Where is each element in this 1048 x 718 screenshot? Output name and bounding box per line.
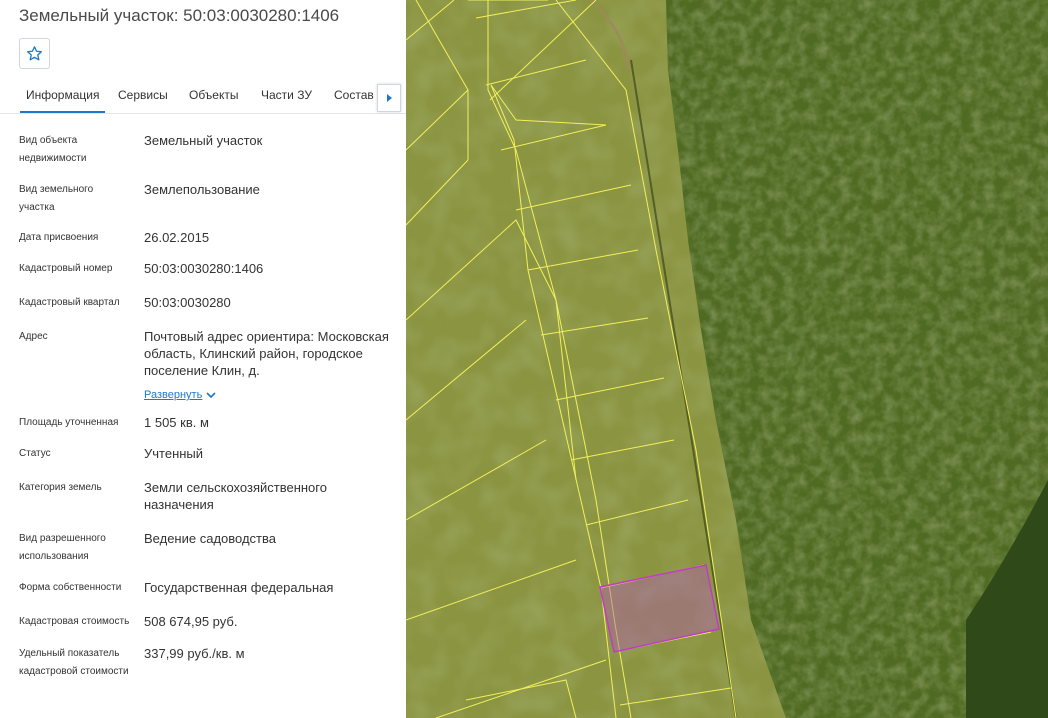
field-label: Дата присвоения xyxy=(19,232,99,243)
field-value: Земли сельскохозяйственного назначения xyxy=(144,480,327,512)
expand-address-link[interactable]: Развернуть xyxy=(144,389,216,401)
field-label: Кадастровый номер xyxy=(19,263,113,274)
field-value: Ведение садоводства xyxy=(144,531,276,546)
field-label: Категория земель xyxy=(19,482,102,493)
info-panel: Земельный участок: 50:03:0030280:1406 Ин… xyxy=(0,0,406,718)
tab-info[interactable]: Информация xyxy=(19,88,107,113)
field-value: Землепользование xyxy=(144,182,260,197)
tabs-next-button[interactable] xyxy=(377,84,401,112)
field-label: Площадь уточненная xyxy=(19,417,119,428)
field-value: 337,99 руб./кв. м xyxy=(144,646,245,661)
field-value: 26.02.2015 xyxy=(144,230,210,245)
tab-composition[interactable]: Состав ЕЗП xyxy=(334,88,378,102)
field-label: Адрес xyxy=(19,331,48,342)
tab-bar: Информация Сервисы Объекты Части ЗУ Сост… xyxy=(0,82,406,114)
field-value: 50:03:0030280 xyxy=(144,295,231,310)
tab-services[interactable]: Сервисы xyxy=(118,88,168,102)
tab-parts[interactable]: Части ЗУ xyxy=(261,88,312,102)
field-label: Кадастровая стоимость xyxy=(19,616,130,627)
field-label: Форма собственности xyxy=(19,582,122,593)
field-label: Вид разрешенного использования xyxy=(19,533,106,562)
field-value: Учтенный xyxy=(144,446,204,461)
favorite-button[interactable] xyxy=(19,38,50,69)
field-label: Вид земельного участка xyxy=(19,184,94,213)
field-value: 508 674,95 руб. xyxy=(144,614,238,629)
chevron-down-icon xyxy=(206,391,216,398)
field-label: Статус xyxy=(19,448,51,459)
map-view[interactable] xyxy=(406,0,1048,718)
field-value: Земельный участок xyxy=(144,133,263,148)
expand-label: Развернуть xyxy=(144,389,203,401)
page-title: Земельный участок: 50:03:0030280:1406 xyxy=(19,6,340,25)
field-label: Вид объекта недвижимости xyxy=(19,135,87,164)
field-value: 50:03:0030280:1406 xyxy=(144,261,264,276)
star-icon xyxy=(26,46,43,61)
field-label: Кадастровый квартал xyxy=(19,297,120,308)
caret-right-icon xyxy=(387,94,392,102)
tab-objects[interactable]: Объекты xyxy=(189,88,239,102)
address-value: Почтовый адрес ориентира: Московская обл… xyxy=(144,329,389,378)
field-value: 1 505 кв. м xyxy=(144,415,209,430)
field-label: Удельный показатель кадастровой стоимост… xyxy=(19,648,129,677)
field-value: Государственная федеральная xyxy=(144,580,334,595)
